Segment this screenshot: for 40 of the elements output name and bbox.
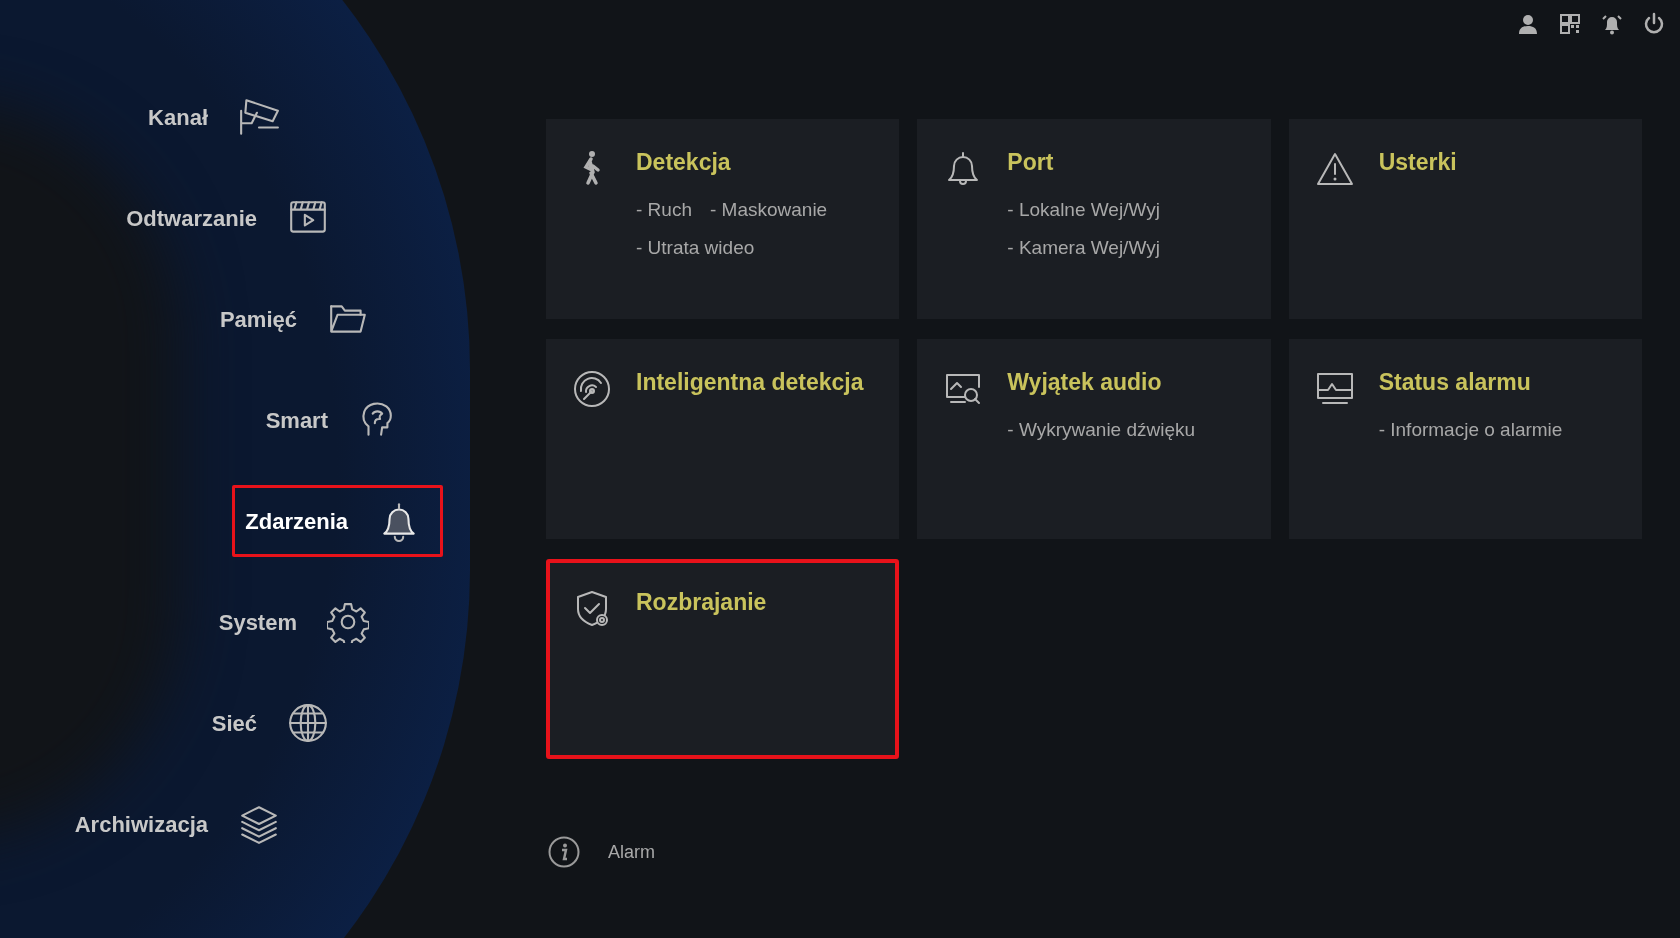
sidebar-item[interactable]: Pamięć <box>206 283 392 355</box>
info-icon <box>548 836 580 868</box>
gear-icon <box>327 601 369 643</box>
card-title: Wyjątek audio <box>1007 368 1163 397</box>
menu-card[interactable]: Port - Lokalne Wej/Wyj - Kamera Wej/Wyj <box>917 119 1271 319</box>
sidebar-item[interactable]: Zdarzenia <box>232 485 443 557</box>
sidebar-item[interactable]: Smart <box>252 384 423 456</box>
globe-icon <box>287 702 329 744</box>
sidebar-item[interactable]: Kanał <box>135 81 303 153</box>
card-title: Status alarmu <box>1378 368 1532 397</box>
sidebar-item[interactable]: Archiwizacja <box>61 788 303 860</box>
sidebar-item[interactable]: Odtwarzanie <box>113 182 352 254</box>
sidebar-item[interactable]: Sieć <box>198 687 352 759</box>
menu-card[interactable]: Wyjątek audio - Wykrywanie dźwięku <box>917 339 1271 539</box>
card-title: Port <box>1007 148 1055 177</box>
sub-option[interactable]: - Kamera Wej/Wyj <box>1007 234 1160 263</box>
card-title: Inteligentna detekcja <box>636 368 864 397</box>
radar-icon <box>572 369 612 409</box>
menu-card[interactable]: Detekcja - Ruch - Maskowanie - Utrata wideo <box>546 119 900 319</box>
menu-card[interactable]: Usterki <box>1288 119 1642 319</box>
card-title: Usterki <box>1378 148 1457 177</box>
menu-card[interactable]: Status alarmu - Informacje o alarmie <box>1288 339 1642 539</box>
card-title: Detekcja <box>636 148 732 177</box>
menu-card[interactable]: Rozbrajanie <box>546 559 900 759</box>
qr-code-icon[interactable] <box>1558 12 1582 36</box>
sub-option[interactable]: - Wykrywanie dźwięku <box>1007 415 1196 444</box>
info-text: Alarm <box>608 840 655 864</box>
user-icon[interactable] <box>1516 12 1540 36</box>
sidebar-item[interactable]: System <box>205 586 392 658</box>
bell-icon[interactable] <box>1600 12 1624 36</box>
layers-icon <box>238 803 280 845</box>
menu-card[interactable]: Inteligentna detekcja <box>546 339 900 539</box>
sub-option[interactable]: - Informacje o alarmie <box>1378 415 1563 444</box>
power-icon[interactable] <box>1642 12 1666 36</box>
sub-option[interactable]: - Ruch <box>636 195 692 224</box>
card-title: Rozbrajanie <box>636 588 767 617</box>
camera-icon <box>238 96 280 138</box>
sub-option[interactable]: - Utrata wideo <box>636 234 755 263</box>
sub-option[interactable]: - Maskowanie <box>709 195 828 224</box>
sub-option[interactable]: - Lokalne Wej/Wyj <box>1007 195 1160 224</box>
